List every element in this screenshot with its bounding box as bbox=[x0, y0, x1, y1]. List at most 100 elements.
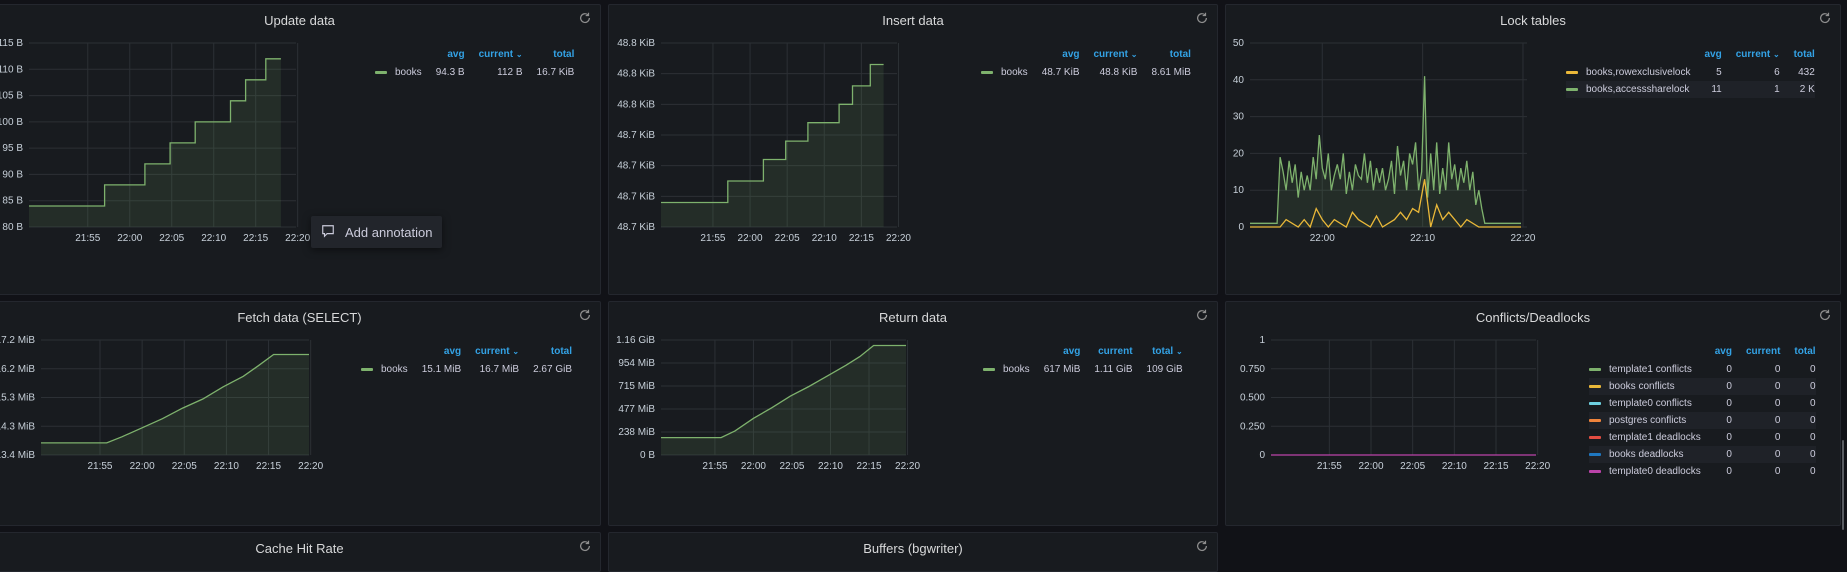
series-color-swatch bbox=[1589, 452, 1601, 456]
x-tick-label: 22:10 bbox=[1442, 461, 1467, 472]
legend-row[interactable]: books deadlocks 0 0 0 bbox=[1589, 446, 1816, 463]
legend-row[interactable]: books 617 MiB 1.11 GiB 109 GiB bbox=[983, 361, 1183, 378]
legend-series-name: books,accesssharelock bbox=[1586, 84, 1690, 95]
legend-header-total[interactable]: total bbox=[1780, 346, 1815, 361]
series-area bbox=[1250, 76, 1521, 227]
legend-header-series bbox=[983, 346, 1030, 361]
legend-header-total[interactable]: total bbox=[1137, 49, 1191, 64]
legend-avg-value: 617 MiB bbox=[1043, 364, 1081, 375]
y-tick-label: 0 bbox=[1259, 450, 1265, 461]
legend-header-current[interactable]: current bbox=[1732, 346, 1780, 361]
legend-series-name: books bbox=[381, 364, 408, 375]
series-color-swatch bbox=[1589, 469, 1601, 473]
legend-series-name: books deadlocks bbox=[1609, 449, 1684, 460]
legend-row[interactable]: books,accesssharelock 11 1 2 K bbox=[1566, 81, 1815, 98]
legend-row[interactable]: books,rowexclusivelock 5 6 432 bbox=[1566, 64, 1815, 81]
legend-row[interactable]: template0 conflicts 0 0 0 bbox=[1589, 395, 1816, 412]
series-area bbox=[29, 58, 281, 227]
chevron-down-icon: ⌄ bbox=[1175, 347, 1183, 356]
legend-current-value: 112 B bbox=[497, 67, 523, 78]
legend-header-current[interactable]: current bbox=[1080, 346, 1132, 361]
legend-current-value: 0 bbox=[1774, 364, 1781, 375]
legend-header-avg[interactable]: avg bbox=[408, 346, 461, 361]
legend-avg-value: 11 bbox=[1690, 81, 1722, 98]
legend-current-value: 0 bbox=[1731, 378, 1781, 395]
legend-header-total[interactable]: total bbox=[1780, 49, 1815, 64]
y-tick-label: 115 B bbox=[0, 38, 23, 49]
legend-header-total[interactable]: total bbox=[523, 49, 574, 64]
legend-header-avg[interactable]: avg bbox=[1028, 49, 1079, 64]
legend-current-value: 1.11 GiB bbox=[1094, 364, 1133, 375]
comment-icon bbox=[321, 224, 345, 241]
x-tick-label: 22:00 bbox=[1310, 233, 1335, 244]
legend-lock: avg current ⌄ total books,rowexclusivelock 5… bbox=[1566, 49, 1815, 98]
legend-series-name: template1 conflicts bbox=[1609, 364, 1692, 375]
legend-header-total[interactable]: total bbox=[519, 346, 572, 361]
series-color-swatch bbox=[1589, 384, 1601, 388]
legend-header-series bbox=[361, 346, 408, 361]
legend-total-value: 2 K bbox=[1779, 81, 1815, 98]
legend-header-avg[interactable]: avg bbox=[1691, 49, 1722, 64]
x-tick-label: 22:15 bbox=[256, 461, 281, 472]
x-tick-label: 22:20 bbox=[1510, 233, 1535, 244]
legend-row[interactable]: template1 conflicts 0 0 0 bbox=[1589, 361, 1816, 378]
legend-avg-value: 0 bbox=[1700, 446, 1732, 463]
y-tick-label: 238 MiB bbox=[618, 427, 655, 438]
legend-row[interactable]: postgres conflicts 0 0 0 bbox=[1589, 412, 1816, 429]
y-tick-label: 48.7 KiB bbox=[617, 191, 655, 202]
legend-header-current[interactable]: current ⌄ bbox=[465, 49, 523, 64]
x-tick-label: 22:00 bbox=[738, 233, 763, 244]
legend-header-current[interactable]: current ⌄ bbox=[461, 346, 519, 361]
legend-row[interactable]: books 48.7 KiB 48.8 KiB 8.61 MiB bbox=[981, 64, 1191, 81]
legend-header-total[interactable]: total ⌄ bbox=[1133, 346, 1183, 361]
x-tick-label: 22:10 bbox=[818, 461, 843, 472]
add-annotation-menu-item[interactable]: Add annotation bbox=[311, 216, 442, 248]
y-tick-label: 715 MiB bbox=[618, 381, 655, 392]
x-tick-label: 22:20 bbox=[285, 233, 310, 244]
legend-row[interactable]: books conflicts 0 0 0 bbox=[1589, 378, 1816, 395]
refresh-icon[interactable] bbox=[1195, 539, 1209, 553]
legend-row[interactable]: template1 deadlocks 0 0 0 bbox=[1589, 429, 1816, 446]
chevron-down-icon: ⌄ bbox=[1772, 50, 1780, 59]
legend-total-value: 0 bbox=[1809, 466, 1816, 477]
x-tick-label: 22:15 bbox=[857, 461, 882, 472]
legend-row[interactable]: books 94.3 B 112 B 16.7 KiB bbox=[375, 64, 574, 81]
legend-series-name: books bbox=[395, 67, 422, 78]
legend-header-current[interactable]: current ⌄ bbox=[1080, 49, 1138, 64]
y-tick-label: 48.8 KiB bbox=[617, 99, 655, 110]
page-scrollbar[interactable] bbox=[1842, 440, 1844, 530]
panel-title[interactable]: Buffers (bgwriter) bbox=[609, 541, 1217, 556]
y-tick-label: 80 B bbox=[2, 222, 23, 233]
x-tick-label: 22:05 bbox=[775, 233, 800, 244]
x-tick-label: 22:05 bbox=[779, 461, 804, 472]
legend-avg-value: 0 bbox=[1726, 466, 1732, 477]
panel-title[interactable]: Cache Hit Rate bbox=[0, 541, 600, 556]
legend-fetch: avg current ⌄ total books 15.1 MiB 16.7 MiB 2.… bbox=[361, 346, 572, 378]
x-tick-label: 21:55 bbox=[87, 461, 112, 472]
legend-header-avg[interactable]: avg bbox=[1030, 346, 1080, 361]
chart-return[interactable]: 0 B 238 MiB 477 MiB 715 MiB 954 MiB 1.16 GiB 2… bbox=[609, 302, 1218, 526]
series-color-swatch bbox=[983, 367, 995, 371]
legend-header-avg[interactable]: avg bbox=[422, 49, 464, 64]
legend-row[interactable]: books 15.1 MiB 16.7 MiB 2.67 GiB bbox=[361, 361, 572, 378]
panel-insert-data: Insert data 48.7 KiB 48.7 KiB 48.7 KiB 48.7… bbox=[608, 4, 1218, 295]
legend-header-avg[interactable]: avg bbox=[1701, 346, 1732, 361]
legend-current-value: 0 bbox=[1774, 398, 1781, 409]
refresh-icon[interactable] bbox=[578, 539, 592, 553]
legend-current-value: 1 bbox=[1721, 81, 1780, 98]
panel-conflicts-deadlocks: Conflicts/Deadlocks 0 0.250 0.500 0.750 1 21:… bbox=[1225, 301, 1841, 526]
legend-row[interactable]: template0 deadlocks 0 0 0 bbox=[1589, 463, 1816, 480]
legend-current-value: 16.7 MiB bbox=[479, 364, 520, 375]
legend-series-name: books,rowexclusivelock bbox=[1586, 67, 1691, 78]
series-color-swatch bbox=[1589, 435, 1601, 439]
chart-fetch[interactable]: 13.4 MiB 14.3 MiB 15.3 MiB 16.2 MiB 17.2 MiB… bbox=[0, 302, 601, 526]
legend-avg-value: 0 bbox=[1726, 398, 1732, 409]
legend-current-value: 0 bbox=[1731, 412, 1781, 429]
x-tick-label: 22:20 bbox=[298, 461, 323, 472]
panel-update-data: Update data 80 B85 B90 B95 B100 B105 B11… bbox=[0, 4, 601, 295]
x-tick-label: 22:00 bbox=[741, 461, 766, 472]
x-tick-label: 22:05 bbox=[1400, 461, 1425, 472]
legend-header-current[interactable]: current ⌄ bbox=[1722, 49, 1780, 64]
y-tick-label: 0 bbox=[1238, 222, 1244, 233]
series-color-swatch bbox=[361, 367, 373, 371]
